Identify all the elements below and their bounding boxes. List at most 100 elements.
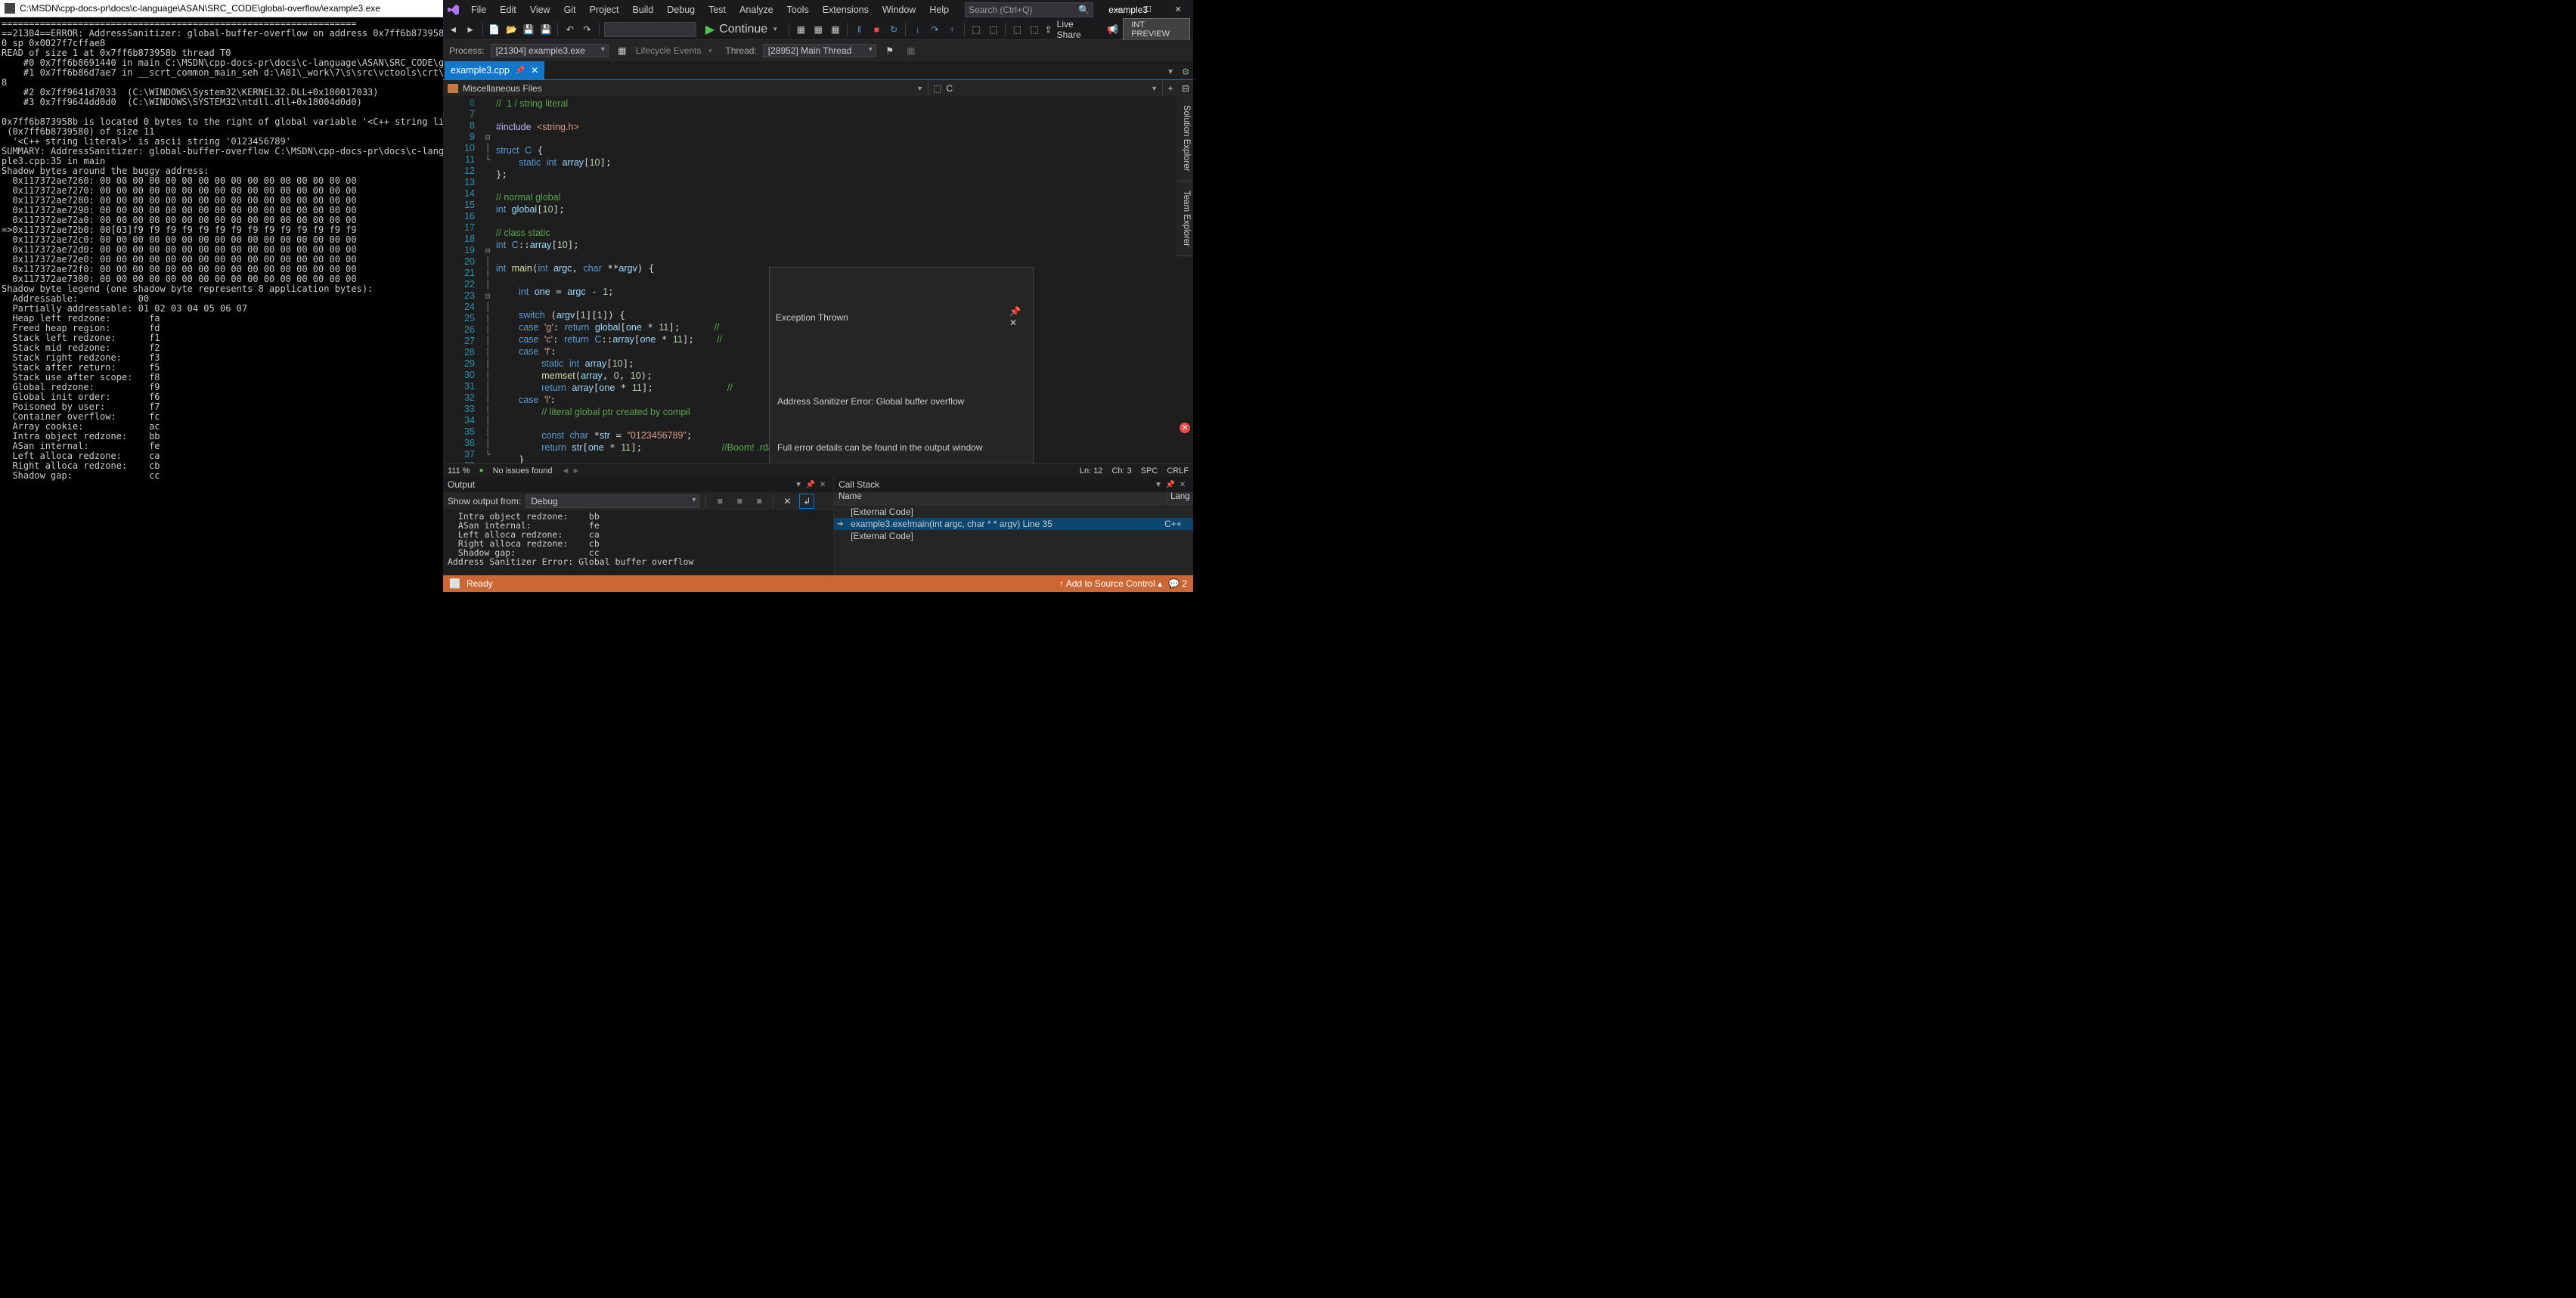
step-over-button[interactable]: ↷ — [928, 22, 942, 37]
popup-close-icon[interactable]: ✕ — [1009, 318, 1017, 328]
tab-close-icon[interactable]: ✕ — [531, 65, 538, 76]
console-titlebar[interactable]: C:\MSDN\cpp-docs-pr\docs\c-language\ASAN… — [0, 0, 443, 17]
output-body[interactable]: Intra object redzone: bb ASan internal: … — [443, 510, 833, 575]
nav-type[interactable]: ⬚ C ▼ — [928, 80, 1163, 96]
stop-button[interactable]: ■ — [870, 22, 884, 37]
cs-pin-icon[interactable]: 📌 — [1164, 481, 1176, 489]
menu-project[interactable]: Project — [583, 2, 626, 17]
tb-icon-5[interactable]: ⬚ — [986, 22, 1000, 37]
flag-icon[interactable]: ⚑ — [882, 43, 897, 58]
nav-scope-label: Miscellaneous Files — [463, 83, 542, 94]
add-source-control-button[interactable]: ↑ Add to Source Control ▴ — [1059, 578, 1162, 589]
callstack-row[interactable]: [External Code] — [834, 530, 1193, 542]
cs-dropdown-icon[interactable]: ▼ — [1152, 481, 1164, 489]
tb-icon-7[interactable]: ⬚ — [1028, 22, 1042, 37]
lifecycle-icon[interactable]: ▦ — [615, 43, 630, 58]
fold-column[interactable]: ⊟│└⊟│││⊟│││││││││││││└ — [482, 96, 493, 463]
out-icon-3[interactable]: ≡ — [752, 494, 767, 509]
back-button[interactable]: ◄ — [446, 22, 460, 37]
code-editor[interactable]: 6789101112131415161718192021222324252627… — [443, 96, 1193, 463]
indent-mode: SPC — [1141, 466, 1158, 476]
menu-window[interactable]: Window — [876, 2, 922, 17]
out-clear-icon[interactable]: ✕ — [780, 494, 795, 509]
tab-settings-icon[interactable]: ⚙ — [1178, 64, 1193, 79]
stack-frame-icon[interactable]: ▦ — [904, 43, 919, 58]
callstack-row[interactable]: [External Code] — [834, 506, 1193, 518]
menu-test[interactable]: Test — [702, 2, 733, 17]
restart-button[interactable]: ↻ — [887, 22, 901, 37]
continue-button[interactable]: ▶ Continue ▼ — [699, 21, 784, 38]
output-close-icon[interactable]: ✕ — [817, 481, 829, 489]
thread-combo[interactable]: [28952] Main Thread — [763, 44, 876, 57]
issues-text[interactable]: No issues found — [493, 466, 553, 476]
liveshare-icon: ⇪ — [1045, 24, 1052, 35]
close-button[interactable]: ✕ — [1163, 0, 1193, 19]
output-panel: Output ▼ 📌 ✕ Show output from: Debug ≡ ≡… — [443, 477, 834, 575]
open-button[interactable]: 📂 — [504, 22, 519, 37]
tb-icon-4[interactable]: ⬚ — [969, 22, 984, 37]
notifications-button[interactable]: 💬 2 — [1168, 578, 1187, 589]
search-input[interactable]: Search (Ctrl+Q) 🔍 — [965, 2, 1093, 17]
tb-icon-2[interactable]: ▦ — [811, 22, 826, 37]
menu-tools[interactable]: Tools — [780, 2, 816, 17]
output-source-combo[interactable]: Debug — [525, 494, 699, 508]
callstack-header[interactable]: Name Lang — [834, 492, 1193, 506]
menu-extensions[interactable]: Extensions — [816, 2, 876, 17]
nav-plus-icon[interactable]: + — [1163, 81, 1178, 96]
output-pin-icon[interactable]: 📌 — [804, 481, 817, 489]
line-ending: CRLF — [1167, 466, 1189, 476]
tb-icon-3[interactable]: ▦ — [829, 22, 843, 37]
error-glyph-icon[interactable]: ✕ — [1180, 423, 1190, 433]
lifecycle-label[interactable]: Lifecycle Events — [636, 45, 702, 56]
maximize-button[interactable]: ☐ — [1133, 0, 1163, 19]
menu-git[interactable]: Git — [557, 2, 583, 17]
redo-button[interactable]: ↷ — [580, 22, 594, 37]
step-out-button[interactable]: ↑ — [945, 22, 959, 37]
tb-icon-6[interactable]: ⬚ — [1010, 22, 1025, 37]
process-combo[interactable]: [21304] example3.exe — [491, 44, 609, 57]
console-output[interactable]: ========================================… — [0, 17, 443, 592]
output-dropdown-icon[interactable]: ▼ — [792, 481, 804, 489]
menu-analyze[interactable]: Analyze — [733, 2, 780, 17]
cursor-line: Ln: 12 — [1080, 466, 1103, 476]
cs-close-icon[interactable]: ✕ — [1176, 481, 1189, 489]
callstack-row[interactable]: ➔example3.exe!main(int argc, char * * ar… — [834, 518, 1193, 530]
forward-button[interactable]: ► — [463, 22, 478, 37]
save-all-button[interactable]: 💾 — [539, 22, 553, 37]
tb-icon-1[interactable]: ▦ — [794, 22, 808, 37]
out-wrap-icon[interactable]: ↲ — [799, 494, 814, 509]
team-explorer-tab[interactable]: Team Explorer — [1176, 181, 1193, 256]
callstack-rows[interactable]: [External Code]➔example3.exe!main(int ar… — [834, 506, 1193, 575]
step-into-button[interactable]: ↓ — [910, 22, 925, 37]
live-share-button[interactable]: ⇪ Live Share — [1045, 19, 1097, 40]
nav-bar: Miscellaneous Files ▼ ⬚ C ▼ + ⊟ — [443, 79, 1193, 96]
menu-help[interactable]: Help — [922, 2, 956, 17]
pause-button[interactable]: ‖ — [852, 22, 866, 37]
feedback-button[interactable]: 📢 — [1105, 22, 1120, 37]
new-button[interactable]: 📄 — [487, 22, 501, 37]
zoom-level[interactable]: 111 % — [448, 466, 470, 476]
code-area[interactable]: // 1 / string literal #include <string.h… — [493, 96, 1193, 463]
console-window: C:\MSDN\cpp-docs-pr\docs\c-language\ASAN… — [0, 0, 443, 592]
minimize-button[interactable]: ─ — [1102, 0, 1133, 19]
nav-scope[interactable]: Miscellaneous Files ▼ — [443, 80, 928, 96]
pin-icon[interactable]: 📌 — [516, 67, 525, 75]
config-combo[interactable] — [604, 22, 696, 37]
stop-status-icon: ⬜ — [449, 578, 460, 589]
menu-debug[interactable]: Debug — [660, 2, 702, 17]
menu-view[interactable]: View — [523, 2, 557, 17]
menu-build[interactable]: Build — [625, 2, 660, 17]
solution-explorer-tab[interactable]: Solution Explorer — [1176, 96, 1193, 181]
out-icon-1[interactable]: ≡ — [712, 494, 727, 509]
menu-file[interactable]: File — [464, 2, 493, 17]
tab-example3[interactable]: example3.cpp 📌 ✕ — [445, 61, 544, 79]
undo-button[interactable]: ↶ — [563, 22, 577, 37]
popup-pin-icon[interactable]: 📌 — [1009, 306, 1021, 317]
tab-dropdown-icon[interactable]: ▼ — [1163, 64, 1178, 79]
out-icon-2[interactable]: ≡ — [732, 494, 747, 509]
menu-edit[interactable]: Edit — [493, 2, 523, 17]
save-button[interactable]: 💾 — [522, 22, 536, 37]
nav-split-icon[interactable]: ⊟ — [1178, 81, 1193, 96]
nav-type-label: C — [946, 83, 953, 94]
issues-ok-icon: ● — [479, 466, 484, 475]
